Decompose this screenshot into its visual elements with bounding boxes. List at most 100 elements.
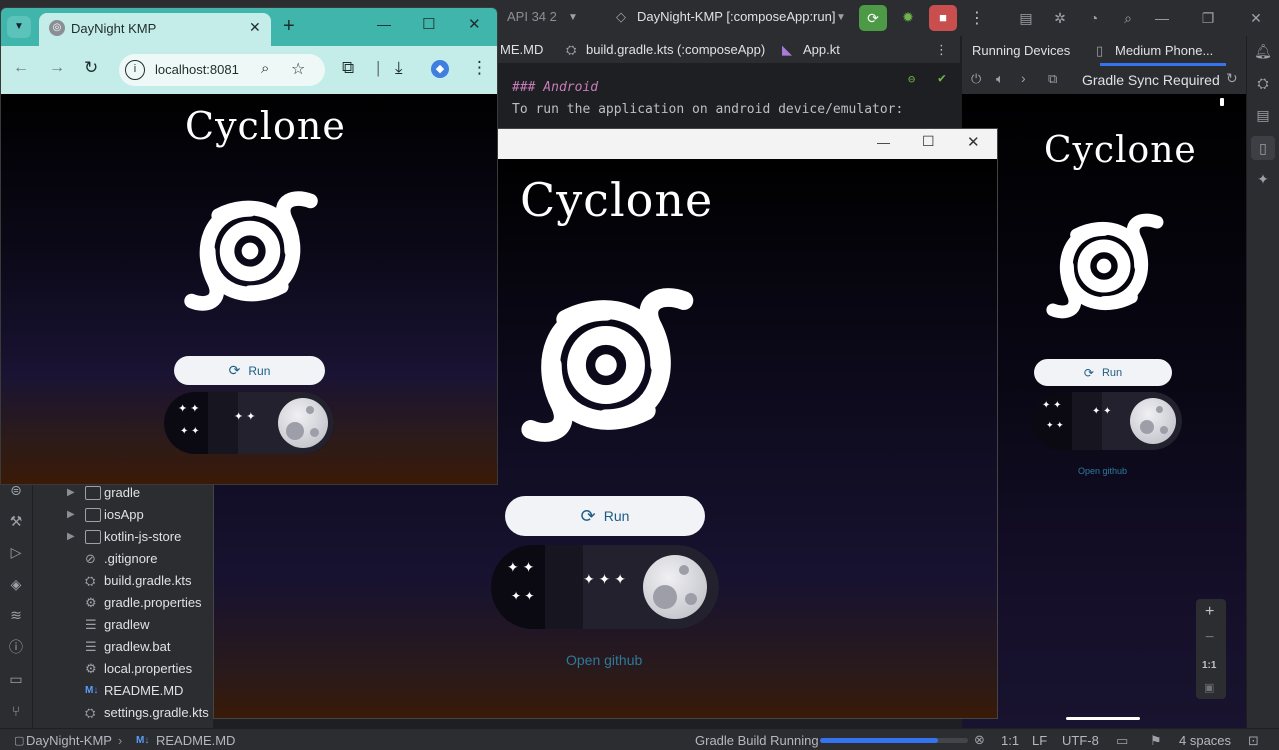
search-icon[interactable]: ⌕	[1119, 9, 1137, 27]
tree-item-iosapp[interactable]: ▶ iosApp	[33, 504, 213, 526]
gradle-tool-icon[interactable]: ⛭	[1254, 74, 1272, 92]
tree-item-readme[interactable]: M↓ README.MD	[33, 680, 213, 702]
device-manager-icon[interactable]: ▤	[1017, 9, 1035, 27]
volume-icon[interactable]: 🔈︎	[996, 71, 1004, 87]
browser-tab[interactable]: ◎ DayNight KMP ✕	[39, 13, 271, 46]
running-devices-header: Running Devices ▯ Medium Phone...	[962, 36, 1246, 66]
breadcrumb-file[interactable]: README.MD	[156, 733, 235, 748]
profiler-icon[interactable]: ◔	[1085, 9, 1103, 27]
extensions-icon[interactable]: ⧉	[342, 58, 354, 78]
open-github-link[interactable]: Open github	[1078, 466, 1127, 476]
device-tab[interactable]: Medium Phone...	[1115, 43, 1213, 58]
bookmark-star-icon[interactable]: ☆	[291, 59, 305, 79]
download-icon[interactable]: ⤓	[395, 58, 403, 78]
day-night-toggle[interactable]: ✦ ✦ ✦ ✦ ✦ ✦	[164, 392, 334, 454]
file-encoding[interactable]: UTF-8	[1062, 733, 1099, 748]
tab-build-gradle[interactable]: build.gradle.kts (:composeApp)	[586, 42, 765, 57]
minimize-icon[interactable]: —	[377, 16, 391, 32]
tab-readme[interactable]: ME.MD	[500, 42, 543, 57]
tree-item-gitignore[interactable]: ⊘ .gitignore	[33, 548, 213, 570]
profile-avatar[interactable]: ◆	[431, 60, 449, 78]
gradle-icon: ⛭	[566, 42, 577, 57]
menu-icon[interactable]: ⋮	[471, 58, 488, 78]
chevron-right-icon[interactable]: ▶	[67, 482, 75, 504]
inspections-icon[interactable]: ⚑	[1150, 733, 1162, 749]
services-icon[interactable]: ◈	[7, 575, 25, 593]
ai-assistant-icon[interactable]: ✦	[1254, 170, 1272, 188]
lock-icon[interactable]: ⊡	[1248, 733, 1259, 749]
chevron-down-icon[interactable]: ▼	[836, 12, 846, 23]
chevron-down-icon[interactable]: ▼	[568, 12, 578, 23]
tree-item-gradle-properties[interactable]: ⚙ gradle.properties	[33, 592, 213, 614]
problems-icon[interactable]: ⓘ	[7, 638, 25, 656]
zoom-fit-icon[interactable]: ▣	[1204, 681, 1214, 694]
site-info-icon[interactable]: i	[125, 60, 145, 80]
tree-item-gradlew-bat[interactable]: ☰ gradlew.bat	[33, 636, 213, 658]
run-button[interactable]: ⟳ Run	[1034, 359, 1172, 386]
markdown-icon: M↓	[85, 685, 99, 696]
close-icon[interactable]: ✕	[967, 133, 980, 151]
tree-item-settings-gradle[interactable]: ⛭ settings.gradle.kts	[33, 702, 213, 724]
close-tab-icon[interactable]: ✕	[249, 19, 261, 36]
tree-item-kotlin-js-store[interactable]: ▶ kotlin-js-store	[33, 526, 213, 548]
restore-icon[interactable]: ❐	[1199, 9, 1217, 27]
url-text[interactable]: localhost:8081	[155, 62, 239, 77]
zoom-icon[interactable]: ⌕	[261, 60, 269, 77]
terminal-icon[interactable]: ▭	[7, 670, 25, 688]
open-github-link[interactable]: Open github	[566, 652, 642, 668]
minimize-icon[interactable]: —	[1153, 9, 1171, 27]
emulator-screen[interactable]: Cyclone ⟳ Run ✦ ✦ ✦ ✦ ✦ ✦ Open github + …	[962, 94, 1246, 728]
device-selector[interactable]: API 34 2	[507, 9, 557, 24]
run-button[interactable]: ⟳ Run	[174, 356, 325, 385]
tree-item-build-gradle[interactable]: ⛭ build.gradle.kts	[33, 570, 213, 592]
zoom-actual-size[interactable]: 1:1	[1202, 660, 1216, 671]
maximize-icon[interactable]: ☐	[922, 133, 935, 150]
refresh-icon[interactable]: ↻	[1226, 70, 1238, 87]
day-night-toggle[interactable]: ✦ ✦ ✦ ✦ ✦ ✦	[1032, 392, 1182, 450]
new-tab-icon[interactable]: +	[283, 15, 295, 38]
chevron-right-icon[interactable]: ▶	[67, 526, 75, 548]
tree-item-gradlew[interactable]: ☰ gradlew	[33, 614, 213, 636]
tab-search-icon[interactable]: ▼	[7, 16, 31, 38]
back-icon[interactable]: ←	[13, 59, 29, 77]
bug-icon[interactable]: ✲	[1051, 9, 1069, 27]
git-icon[interactable]: ⑂	[7, 702, 25, 720]
screen-icon[interactable]: ⧉	[1048, 71, 1057, 87]
tree-item-local-properties[interactable]: ⚙ local.properties	[33, 658, 213, 680]
device-file-icon[interactable]: ▤	[1254, 106, 1272, 124]
breadcrumb-project[interactable]: DayNight-KMP	[26, 733, 112, 748]
stop-icon[interactable]: ■	[929, 5, 957, 31]
more-tabs-icon[interactable]: ⋮	[935, 42, 948, 58]
minimize-icon[interactable]: —	[877, 135, 890, 150]
cancel-build-icon[interactable]: ⊗	[974, 732, 985, 748]
maximize-icon[interactable]: ☐	[422, 15, 435, 33]
logcat-icon[interactable]: ≋	[7, 606, 25, 624]
line-separator[interactable]: LF	[1032, 733, 1047, 748]
tree-item-gradle[interactable]: ▶ gradle	[33, 482, 213, 504]
indent-setting[interactable]: 4 spaces	[1179, 733, 1231, 748]
forward-icon[interactable]: →	[49, 59, 65, 77]
caret-position[interactable]: 1:1	[1001, 733, 1019, 748]
tab-app-kt[interactable]: App.kt	[803, 42, 840, 57]
reload-icon[interactable]: ↻	[84, 58, 98, 78]
code-editor[interactable]: ### Android To run the application on an…	[498, 64, 960, 130]
running-devices-tool-icon[interactable]: ▯	[1251, 136, 1275, 160]
build-icon[interactable]: ⚒	[7, 512, 25, 530]
notifications-icon[interactable]: 🔔︎	[1254, 42, 1272, 60]
chevron-right-icon[interactable]: ▶	[67, 504, 75, 526]
run-button[interactable]: ⟳ Run	[505, 496, 705, 536]
address-bar[interactable]: i localhost:8081 ⌕ ☆	[119, 54, 325, 86]
zoom-in-icon[interactable]: +	[1205, 603, 1214, 621]
readonly-icon[interactable]: ▭	[1116, 733, 1128, 749]
power-icon[interactable]: ⏻	[971, 71, 981, 87]
rerun-icon[interactable]: ⟳	[859, 5, 887, 31]
zoom-out-icon[interactable]: −	[1205, 629, 1214, 647]
chevron-right-icon[interactable]: ›	[1021, 70, 1026, 86]
day-night-toggle[interactable]: ✦ ✦ ✦ ✦ ✦ ✦ ✦	[491, 545, 719, 629]
close-icon[interactable]: ✕	[1247, 9, 1265, 27]
close-icon[interactable]: ✕	[468, 15, 481, 33]
run-tool-icon[interactable]: ▷	[7, 543, 25, 561]
run-config-selector[interactable]: DayNight-KMP [:composeApp:run]	[637, 9, 835, 24]
debug-icon[interactable]: ✹	[898, 9, 918, 27]
more-icon[interactable]: ⋮	[969, 8, 985, 28]
